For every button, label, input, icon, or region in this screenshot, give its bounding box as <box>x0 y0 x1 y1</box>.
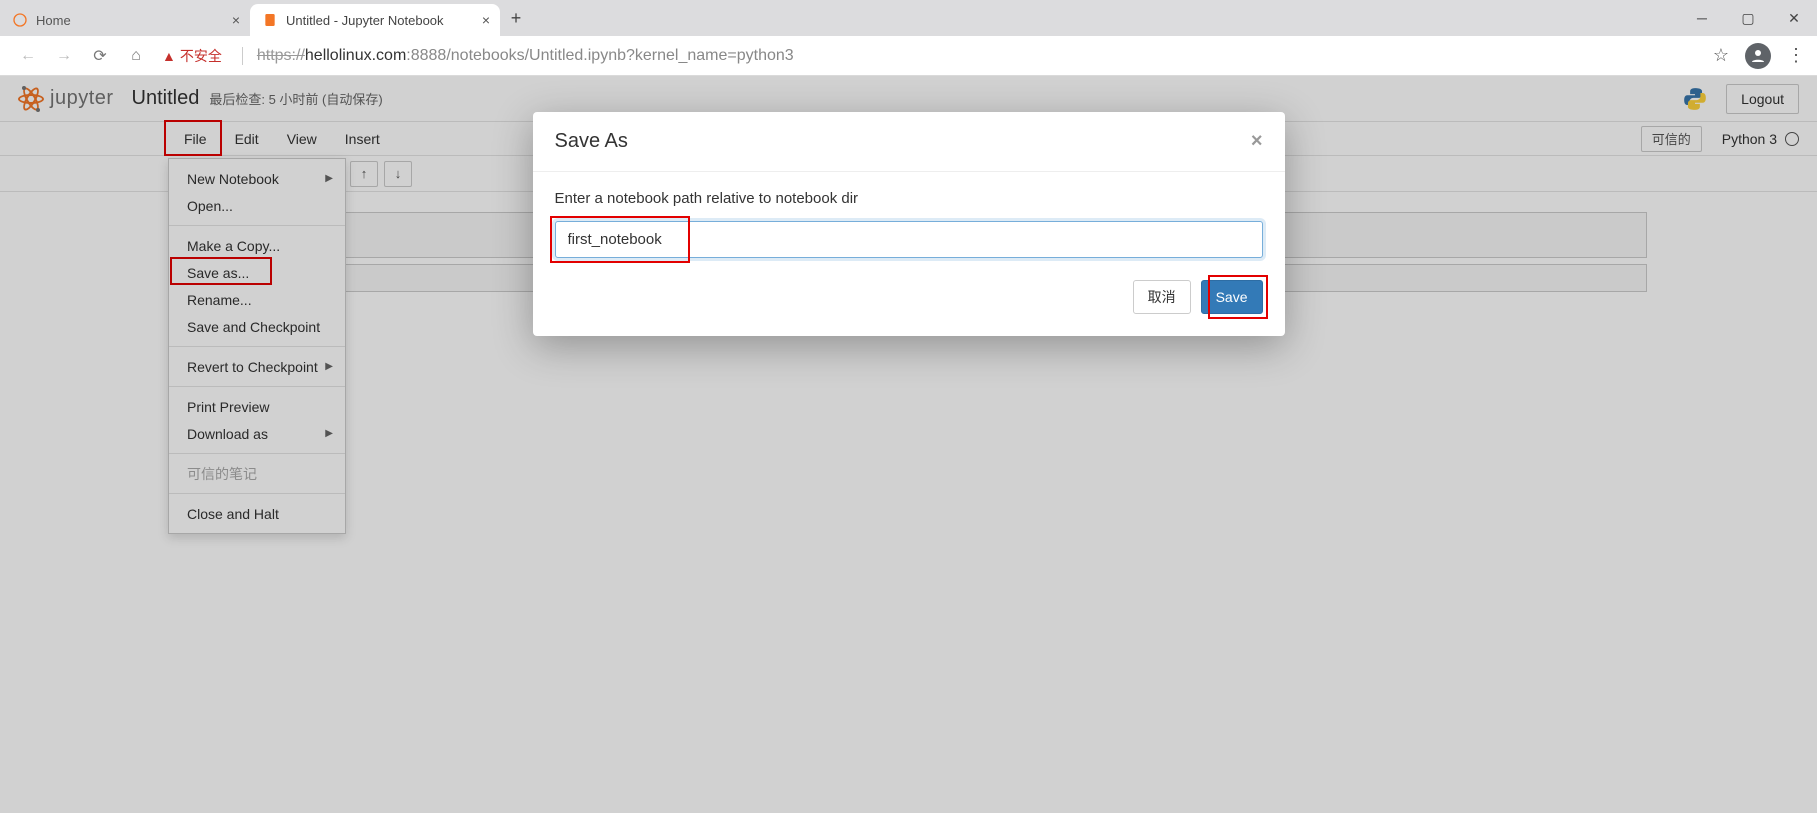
profile-avatar[interactable] <box>1745 43 1771 69</box>
tab-title: Untitled - Jupyter Notebook <box>286 13 444 28</box>
tab-title: Home <box>36 13 71 28</box>
dialog-title: Save As <box>555 130 628 153</box>
jupyter-icon <box>12 12 28 28</box>
menu-icon[interactable]: ⋮ <box>1787 45 1805 66</box>
browser-tab-strip: Home × Untitled - Jupyter Notebook × + ─… <box>0 0 1817 36</box>
security-label: 不安全 <box>180 46 222 66</box>
notebook-path-input[interactable] <box>555 221 1263 258</box>
save-as-dialog: Save As × Enter a notebook path relative… <box>533 112 1285 336</box>
url-path: /notebooks/Untitled.ipynb?kernel_name=py… <box>446 47 793 64</box>
separator <box>242 47 243 65</box>
close-icon[interactable]: × <box>232 12 240 28</box>
cancel-button[interactable]: 取消 <box>1133 280 1191 314</box>
minimize-icon[interactable]: ─ <box>1679 3 1725 33</box>
url-scheme: https:// <box>257 47 305 64</box>
address-bar[interactable]: https://hellolinux.com:8888/notebooks/Un… <box>257 47 794 65</box>
forward-button[interactable]: → <box>48 40 80 72</box>
close-icon[interactable]: × <box>482 12 490 28</box>
browser-tab-home[interactable]: Home × <box>0 4 250 36</box>
url-host: hellolinux.com <box>305 47 406 64</box>
browser-toolbar: ← → ⟳ ⌂ ▲ 不安全 https://hellolinux.com:888… <box>0 36 1817 76</box>
browser-tab-notebook[interactable]: Untitled - Jupyter Notebook × <box>250 4 500 36</box>
security-warning-icon[interactable]: ▲ <box>162 48 176 64</box>
dialog-label: Enter a notebook path relative to notebo… <box>555 190 1263 207</box>
back-button[interactable]: ← <box>12 40 44 72</box>
notebook-icon <box>262 12 278 28</box>
home-button[interactable]: ⌂ <box>120 40 152 72</box>
url-port: :8888 <box>406 47 446 64</box>
bookmark-icon[interactable]: ☆ <box>1713 45 1729 66</box>
new-tab-button[interactable]: + <box>500 2 532 34</box>
save-button[interactable]: Save <box>1201 280 1263 314</box>
close-icon[interactable]: × <box>1251 130 1263 153</box>
reload-button[interactable]: ⟳ <box>84 40 116 72</box>
maximize-icon[interactable]: ▢ <box>1725 3 1771 33</box>
close-window-icon[interactable]: ✕ <box>1771 3 1817 33</box>
